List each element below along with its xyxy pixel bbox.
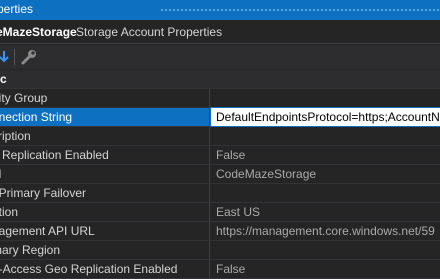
property-label: nnection String <box>0 108 210 126</box>
property-row[interactable]: nagement API URL https://management.core… <box>0 222 440 241</box>
property-row[interactable]: d-Access Geo Replication Enabled False <box>0 260 440 279</box>
property-label: el <box>0 165 210 183</box>
object-type: Storage Account Properties <box>76 25 223 39</box>
property-label: d-Access Geo Replication Enabled <box>0 260 210 278</box>
property-value[interactable]: False <box>211 260 440 278</box>
property-label: o Replication Enabled <box>0 146 210 164</box>
title-bar-grip <box>160 8 440 12</box>
window-title: perties <box>0 2 34 16</box>
property-row[interactable]: cription <box>0 127 440 146</box>
property-label: t Primary Failover <box>0 184 210 202</box>
property-row[interactable]: mary Region <box>0 241 440 260</box>
toolbar-separator <box>14 49 15 65</box>
property-value[interactable]: False <box>211 146 440 164</box>
property-value[interactable] <box>211 127 440 145</box>
window-title-bar: perties <box>0 0 440 20</box>
object-selector-bar[interactable]: eMazeStorage Storage Account Properties <box>0 20 440 44</box>
property-category[interactable]: c <box>0 70 440 89</box>
property-grid: c nity Group nnection String DefaultEndp… <box>0 70 440 279</box>
property-label: cription <box>0 127 210 145</box>
property-value[interactable] <box>211 184 440 202</box>
property-value[interactable]: East US <box>211 203 440 221</box>
property-row[interactable]: t Primary Failover <box>0 184 440 203</box>
property-value[interactable] <box>211 241 440 259</box>
property-label: nagement API URL <box>0 222 210 240</box>
property-row[interactable]: o Replication Enabled False <box>0 146 440 165</box>
property-label: mary Region <box>0 241 210 259</box>
property-row-selected[interactable]: nnection String DefaultEndpointsProtocol… <box>0 107 440 127</box>
sort-down-icon[interactable] <box>0 49 10 65</box>
property-row[interactable]: el CodeMazeStorage <box>0 165 440 184</box>
property-label: ation <box>0 203 210 221</box>
property-label: nity Group <box>0 89 210 107</box>
property-value[interactable]: https://management.core.windows.net/59 <box>211 222 440 240</box>
property-row[interactable]: ation East US <box>0 203 440 222</box>
object-name: eMazeStorage <box>0 25 77 39</box>
property-value[interactable]: CodeMazeStorage <box>211 165 440 183</box>
property-row[interactable]: nity Group <box>0 89 440 108</box>
property-value[interactable]: DefaultEndpointsProtocol=https;AccountNa… <box>210 107 440 127</box>
property-value[interactable] <box>211 89 440 107</box>
properties-toolbar <box>0 45 440 69</box>
wrench-icon[interactable] <box>20 48 38 66</box>
